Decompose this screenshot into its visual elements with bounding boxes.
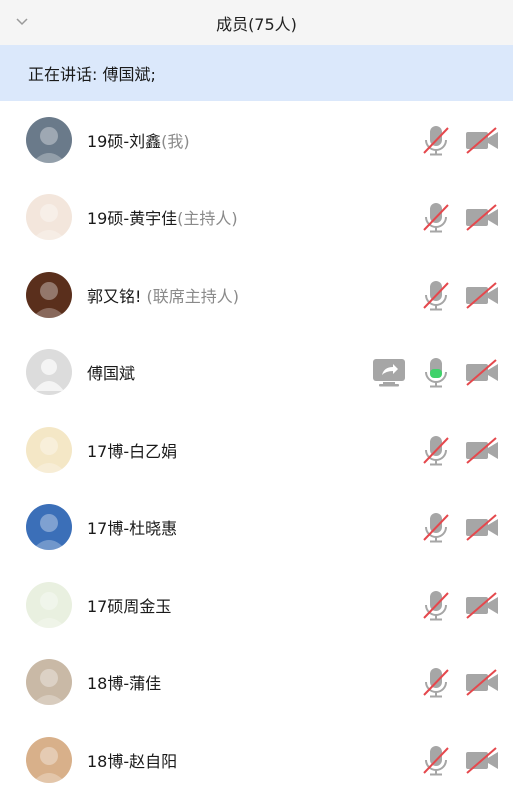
member-controls — [371, 355, 501, 389]
camera-off-icon[interactable] — [463, 665, 501, 699]
member-name-group: 傅国斌 — [87, 360, 135, 384]
member-list: 19硕-刘鑫(我) 19硕-黄宇佳(主持人) 郭又铭! (联席主持人) 傅国斌 … — [0, 101, 513, 798]
screen-share-icon[interactable] — [371, 355, 409, 389]
microphone-muted-icon[interactable] — [419, 510, 453, 544]
member-controls — [419, 743, 501, 777]
member-role: (联席主持人) — [141, 286, 240, 306]
member-controls — [419, 200, 501, 234]
avatar — [26, 271, 72, 318]
member-row[interactable]: 17博-杜晓惠 — [0, 489, 513, 567]
member-name: 傅国斌 — [87, 364, 136, 384]
member-name: 18博-赵自阳 — [87, 751, 178, 771]
chevron-down-icon[interactable] — [14, 14, 30, 30]
member-name: 郭又铭! — [87, 286, 142, 306]
speaking-text: 正在讲话: 傅国斌; — [28, 65, 156, 84]
member-row[interactable]: 郭又铭! (联席主持人) — [0, 256, 513, 334]
microphone-muted-icon[interactable] — [419, 665, 453, 699]
member-name: 17博-白乙娟 — [87, 441, 178, 461]
camera-off-icon[interactable] — [463, 588, 501, 622]
member-controls — [419, 433, 501, 467]
member-controls — [419, 588, 501, 622]
member-role: (我) — [161, 131, 190, 151]
member-row[interactable]: 19硕-黄宇佳(主持人) — [0, 179, 513, 257]
member-name: 19硕-刘鑫 — [87, 131, 162, 151]
member-name-group: 17博-白乙娟 — [87, 438, 177, 462]
avatar — [26, 426, 72, 473]
member-name-group: 19硕-刘鑫(我) — [87, 128, 190, 152]
member-row[interactable]: 17博-白乙娟 — [0, 411, 513, 489]
member-row[interactable]: 17硕周金玉 — [0, 566, 513, 644]
member-name: 18博-蒲佳 — [87, 674, 162, 694]
avatar — [26, 194, 72, 241]
microphone-muted-icon[interactable] — [419, 433, 453, 467]
avatar — [26, 659, 72, 706]
camera-off-icon[interactable] — [463, 510, 501, 544]
member-controls — [419, 665, 501, 699]
member-name: 17硕周金玉 — [87, 596, 172, 616]
member-controls — [419, 510, 501, 544]
member-row[interactable]: 18博-蒲佳 — [0, 644, 513, 722]
camera-off-icon[interactable] — [463, 200, 501, 234]
camera-off-icon[interactable] — [463, 123, 501, 157]
member-row[interactable]: 傅国斌 — [0, 334, 513, 412]
avatar — [26, 349, 72, 396]
member-controls — [419, 123, 501, 157]
member-name-group: 18博-蒲佳 — [87, 670, 161, 694]
avatar — [26, 504, 72, 551]
speaking-banner: 正在讲话: 傅国斌; — [0, 45, 513, 101]
avatar — [26, 736, 72, 783]
camera-off-icon[interactable] — [463, 278, 501, 312]
camera-off-icon[interactable] — [463, 355, 501, 389]
camera-off-icon[interactable] — [463, 433, 501, 467]
microphone-muted-icon[interactable] — [419, 588, 453, 622]
member-name-group: 郭又铭! (联席主持人) — [87, 283, 239, 307]
microphone-muted-icon[interactable] — [419, 200, 453, 234]
microphone-muted-icon[interactable] — [419, 278, 453, 312]
member-name-group: 19硕-黄宇佳(主持人) — [87, 205, 238, 229]
member-name-group: 17博-杜晓惠 — [87, 515, 177, 539]
member-controls — [419, 278, 501, 312]
member-role: (主持人) — [177, 209, 238, 229]
member-name-group: 18博-赵自阳 — [87, 748, 177, 772]
member-name-group: 17硕周金玉 — [87, 593, 171, 617]
members-panel-header: 成员(75人) — [0, 0, 513, 45]
avatar — [26, 581, 72, 628]
member-name: 19硕-黄宇佳 — [87, 209, 178, 229]
avatar — [26, 116, 72, 163]
microphone-muted-icon[interactable] — [419, 123, 453, 157]
microphone-muted-icon[interactable] — [419, 743, 453, 777]
camera-off-icon[interactable] — [463, 743, 501, 777]
microphone-active-icon[interactable] — [419, 355, 453, 389]
member-row[interactable]: 19硕-刘鑫(我) — [0, 101, 513, 179]
members-title: 成员(75人) — [216, 14, 297, 34]
member-row[interactable]: 18博-赵自阳 — [0, 721, 513, 798]
member-name: 17博-杜晓惠 — [87, 519, 178, 539]
